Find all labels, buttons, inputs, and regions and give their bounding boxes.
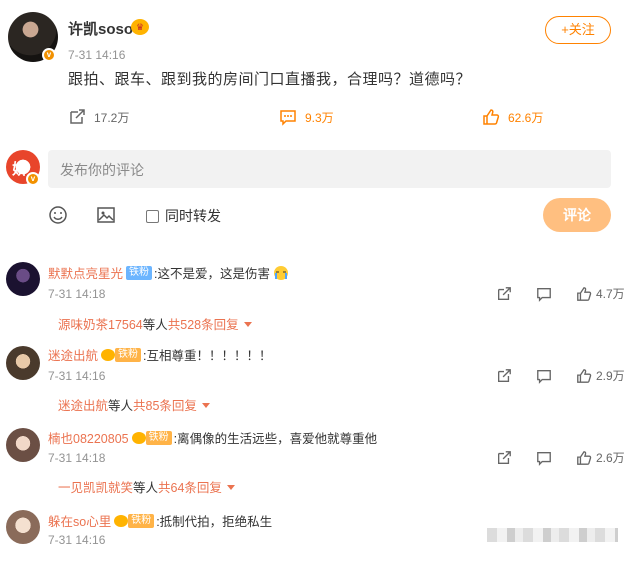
- comment-icon: [280, 110, 296, 126]
- thumbs-up-icon: [483, 109, 500, 125]
- expand-caret-icon[interactable]: [226, 485, 235, 490]
- fan-badge: 铁粉: [145, 430, 172, 445]
- comment-like-count: 4.7万: [596, 287, 625, 301]
- reply-username[interactable]: 一见凯凯就笑: [58, 477, 133, 496]
- comment-avatar[interactable]: [6, 346, 40, 380]
- thumbs-up-icon: [577, 450, 592, 465]
- post-time[interactable]: 7-31 14:16: [68, 48, 125, 62]
- comment-text: :这不是爱，这是伤害: [154, 267, 270, 281]
- reply-count[interactable]: 共85条回复: [133, 395, 197, 414]
- thumbs-up-icon: [577, 368, 592, 383]
- image-icon: [97, 207, 115, 223]
- emoji-icon: [49, 206, 67, 224]
- comment-count: 9.3万: [305, 110, 334, 125]
- my-verified-icon: v: [26, 172, 40, 186]
- comment-actions: 2.6万: [496, 449, 625, 466]
- post-text: 跟拍、跟车、跟到我的房间门口直播我，合理吗？道德吗？: [68, 71, 472, 88]
- comment-line: 躲在so心里 铁粉 :抵制代拍，拒绝私生: [48, 511, 272, 530]
- comment-text: :抵制代拍，拒绝私生: [156, 515, 273, 529]
- comment-avatar[interactable]: [6, 262, 40, 296]
- expand-caret-icon[interactable]: [201, 403, 210, 408]
- reply-username[interactable]: 源味奶茶17564: [58, 314, 143, 333]
- repost-icon[interactable]: [496, 368, 512, 384]
- fan-badge: 铁粉: [126, 265, 153, 280]
- comment-like-button[interactable]: 2.6万: [576, 449, 625, 466]
- comment-like-button[interactable]: 2.9万: [576, 367, 625, 384]
- crying-emoji-icon: [274, 265, 288, 280]
- comment-actions: 2.9万: [496, 367, 625, 384]
- comment-time: 7-31 14:18: [48, 287, 106, 301]
- fan-badge: 铁粉: [115, 347, 142, 362]
- comment-icon[interactable]: [536, 286, 552, 302]
- emoji-button[interactable]: [48, 205, 68, 230]
- replies-summary[interactable]: 迷途出航 等人 共85条回复: [58, 395, 210, 414]
- vip-crown-icon: [131, 431, 146, 444]
- comment-button[interactable]: 9.3万: [279, 108, 334, 126]
- repost-button[interactable]: 17.2万: [68, 108, 129, 126]
- comment-avatar[interactable]: [6, 510, 40, 544]
- like-button[interactable]: 62.6万: [482, 108, 543, 126]
- comment-line: 迷途出航 铁粉 :互相尊重！！！！！！: [48, 345, 272, 364]
- comment-text: :互相尊重！！！！！！: [143, 349, 272, 363]
- comment-time: 7-31 14:16: [48, 533, 106, 547]
- comment-input[interactable]: 发布你的评论: [48, 150, 611, 188]
- verified-badge-icon: v: [42, 48, 56, 62]
- follow-button[interactable]: +关注: [545, 16, 611, 44]
- comment-icon[interactable]: [536, 368, 552, 384]
- comment-like-count: 2.6万: [596, 451, 625, 465]
- comment-line: 楠也08220805 铁粉 :离偶像的生活远些，喜爱他就尊重他: [48, 428, 377, 447]
- reply-mid-text: 等人: [108, 399, 134, 413]
- repost-icon[interactable]: [496, 450, 512, 466]
- reply-count[interactable]: 共528条回复: [168, 314, 239, 333]
- repost-count: 17.2万: [94, 110, 130, 125]
- comment-time: 7-31 14:16: [48, 369, 106, 383]
- repost-icon[interactable]: [496, 286, 512, 302]
- reply-count[interactable]: 共64条回复: [158, 477, 222, 496]
- like-count: 62.6万: [508, 110, 544, 125]
- comment-username[interactable]: 躲在so心里: [48, 511, 111, 530]
- comment-like-count: 2.9万: [596, 369, 625, 383]
- expand-caret-icon[interactable]: [243, 322, 252, 327]
- comment-text: :离偶像的生活远些，喜爱他就尊重他: [173, 432, 378, 446]
- comment-actions: 4.7万: [496, 285, 625, 302]
- repost-icon: [70, 109, 85, 124]
- image-button[interactable]: [96, 205, 116, 230]
- checkbox-box[interactable]: [146, 209, 159, 223]
- comment-avatar[interactable]: [6, 428, 40, 462]
- comment-icon[interactable]: [536, 450, 552, 466]
- reply-username[interactable]: 迷途出航: [58, 395, 108, 414]
- replies-summary[interactable]: 源味奶茶17564 等人 共528条回复: [58, 314, 252, 333]
- comment-time: 7-31 14:18: [48, 451, 106, 465]
- repost-also-checkbox[interactable]: 同时转发: [146, 206, 221, 226]
- replies-summary[interactable]: 一见凯凯就笑 等人 共64条回复: [58, 477, 235, 496]
- comment-like-button[interactable]: 4.7万: [576, 285, 625, 302]
- vip-crown-icon: [101, 348, 116, 361]
- vip-crown-icon: [114, 514, 129, 527]
- fan-badge: 铁粉: [128, 513, 155, 528]
- vip-crown-icon: ♛: [131, 19, 149, 35]
- repost-also-label: 同时转发: [165, 208, 221, 224]
- comment-username[interactable]: 默默点亮星光: [48, 263, 123, 282]
- comment-username[interactable]: 楠也08220805: [48, 428, 129, 447]
- comment-username[interactable]: 迷途出航: [48, 345, 98, 364]
- comment-line: 默默点亮星光 铁粉 :这不是爱，这是伤害: [48, 263, 290, 282]
- reply-mid-text: 等人: [133, 481, 159, 495]
- pixelated-watermark: [487, 528, 618, 542]
- reply-mid-text: 等人: [142, 318, 168, 332]
- thumbs-up-icon: [577, 286, 592, 301]
- submit-comment-button[interactable]: 评论: [543, 198, 611, 232]
- author-name[interactable]: 许凯soso: [68, 18, 133, 39]
